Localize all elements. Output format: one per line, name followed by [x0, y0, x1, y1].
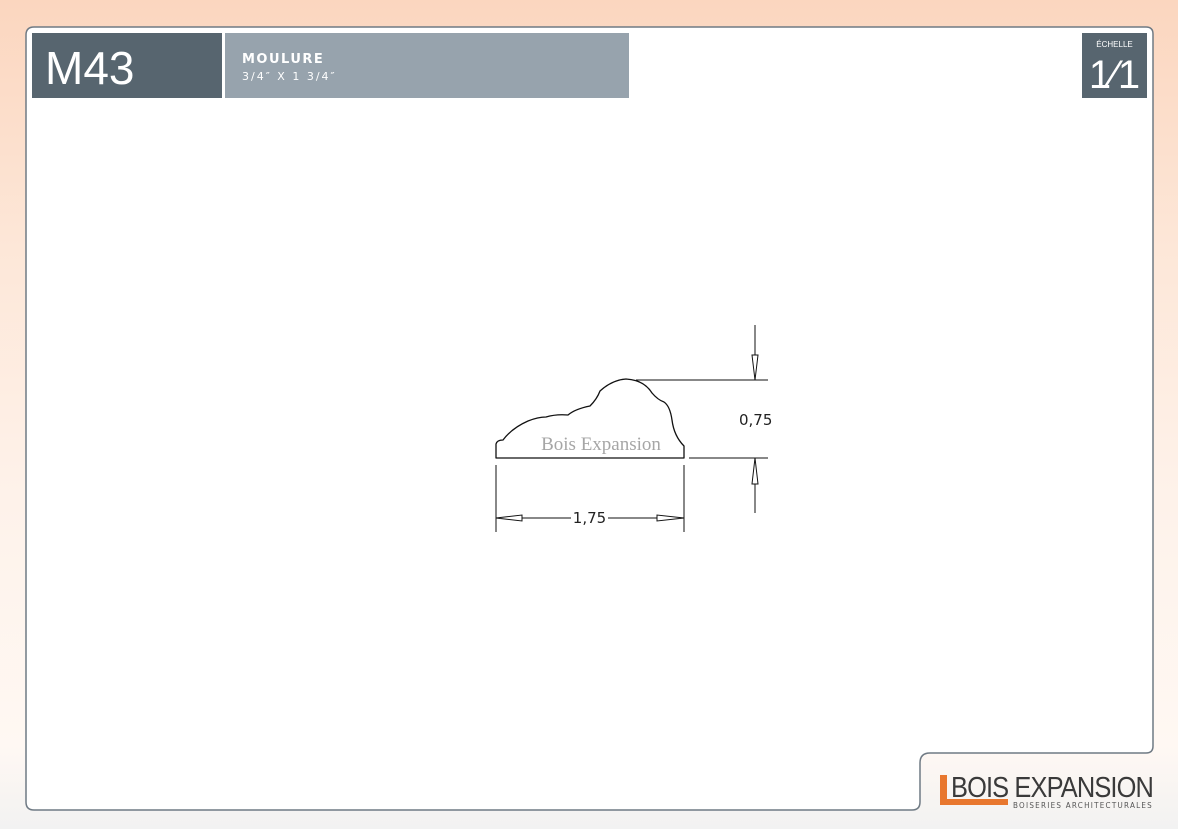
brand-tagline: BOISERIES ARCHITECTURALES [1013, 801, 1153, 810]
title-box: MOULURE 3/4″ X 1 3/4″ [225, 33, 629, 98]
product-dimensions: 3/4″ X 1 3/4″ [242, 70, 337, 83]
product-type: MOULURE [242, 52, 324, 67]
brand-logo: BOIS EXPANSION BOISERIES ARCHITECTURALES [940, 772, 1154, 810]
product-code-box: M43 [32, 33, 222, 98]
product-code: M43 [45, 42, 134, 94]
scale-label: ÉCHELLE [1096, 40, 1132, 49]
width-dimension-label: 1,75 [573, 509, 606, 527]
drawing-sheet [25, 26, 1154, 811]
brand-name: BOIS EXPANSION [951, 772, 1153, 804]
scale-badge: ÉCHELLE 1⁄1 [1082, 33, 1147, 98]
scale-value: 1⁄1 [1089, 53, 1140, 97]
height-dimension-label: 0,75 [739, 411, 772, 429]
watermark-text: Bois Expansion [541, 434, 661, 455]
